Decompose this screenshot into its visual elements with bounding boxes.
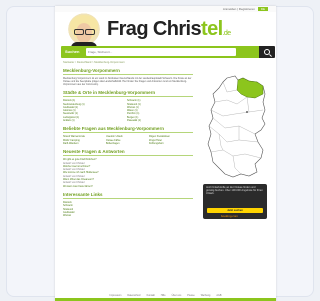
ad-brand-tld: .com	[231, 214, 239, 218]
footer-link[interactable]: AGB	[216, 294, 221, 297]
capital-dot	[246, 111, 248, 113]
logo-main: Frag Chris	[107, 18, 202, 40]
city-link[interactable]: Pasewalk (1)	[127, 119, 191, 122]
question-link[interactable]: Darß Wandern	[63, 142, 106, 145]
language-badge[interactable]: DE	[257, 7, 268, 11]
top-bar: Anmelden | Registrieren DE	[55, 6, 276, 12]
ad-brand: booking.com	[221, 214, 238, 218]
intro-text: Mecklenburg-Vorpommern ist ein Land im N…	[63, 77, 192, 87]
footer-link[interactable]: Datenschutz	[127, 294, 140, 297]
main-content: Mecklenburg-Vorpommern Mecklenburg-Vorpo…	[63, 64, 193, 217]
search-bar: Suchen Frage, Stichwort...	[61, 46, 275, 58]
account-links[interactable]: Anmelden | Registrieren DE	[223, 7, 268, 11]
question-link[interactable]: Boltenhagen	[106, 142, 149, 145]
recent-list: Wo gibt es gute Fischbrötchen? Antwort vo…	[63, 158, 193, 188]
questions-title: Beliebte Fragen aus Mecklenburg-Vorpomme…	[63, 126, 193, 134]
search-label: Suchen	[65, 49, 80, 54]
page-title: Mecklenburg-Vorpommern	[63, 68, 193, 75]
city-link[interactable]: Anklam (1)	[63, 119, 127, 122]
webpage: Anmelden | Registrieren DE Frag Christel…	[55, 6, 276, 301]
footer-link[interactable]: Presse	[187, 294, 194, 297]
germany-map[interactable]	[205, 72, 267, 180]
popular-list: Rostock Schwerin Stralsund Greifswald Wismar	[63, 201, 193, 217]
ad-brand-name: booking	[221, 214, 232, 218]
avatar	[67, 13, 101, 49]
question-link[interactable]: Kühlungsborn	[149, 142, 192, 145]
glasses	[74, 29, 95, 35]
popular-link[interactable]: Wismar	[63, 214, 193, 217]
recent-title: Neueste Fragen & Antworten	[63, 149, 193, 157]
cities-title: Städte & Orte in Mecklenburg-Vorpommern	[63, 90, 193, 98]
site-logo[interactable]: Frag Christel.de	[107, 18, 231, 41]
logo-tld: .de	[222, 30, 232, 37]
logo-accent: tel	[201, 18, 223, 40]
cities-list: Rostock (1) Schwerin (1) Neubrandenburg (1…	[63, 99, 193, 122]
footer-link[interactable]: Hilfe	[161, 294, 166, 297]
popular-title: Interessante Links	[63, 192, 193, 199]
footer-link[interactable]: Impressum	[110, 294, 122, 297]
questions-list: Strand Warnemünde Usedom Urlaub Rügen Krei…	[63, 135, 193, 145]
footer-link[interactable]: Kontakt	[147, 294, 155, 297]
login-links[interactable]: Anmelden | Registrieren	[223, 7, 255, 11]
ad-button[interactable]: Jetzt suchen	[207, 208, 263, 213]
ad-text: Jetzt Unterkünfte an der Ostsee finden u…	[206, 186, 263, 196]
search-input[interactable]: Frage, Stichwort...	[86, 48, 236, 56]
footer-link[interactable]: Über uns	[172, 294, 182, 297]
recent-item[interactable]: Wo kann man Kanu fahren?	[63, 185, 193, 188]
footer-link[interactable]: Werbung	[201, 294, 211, 297]
search-button[interactable]	[259, 46, 275, 58]
ad-box[interactable]: Jetzt Unterkünfte an der Ostsee finden u…	[203, 184, 267, 219]
search-icon	[264, 49, 270, 55]
